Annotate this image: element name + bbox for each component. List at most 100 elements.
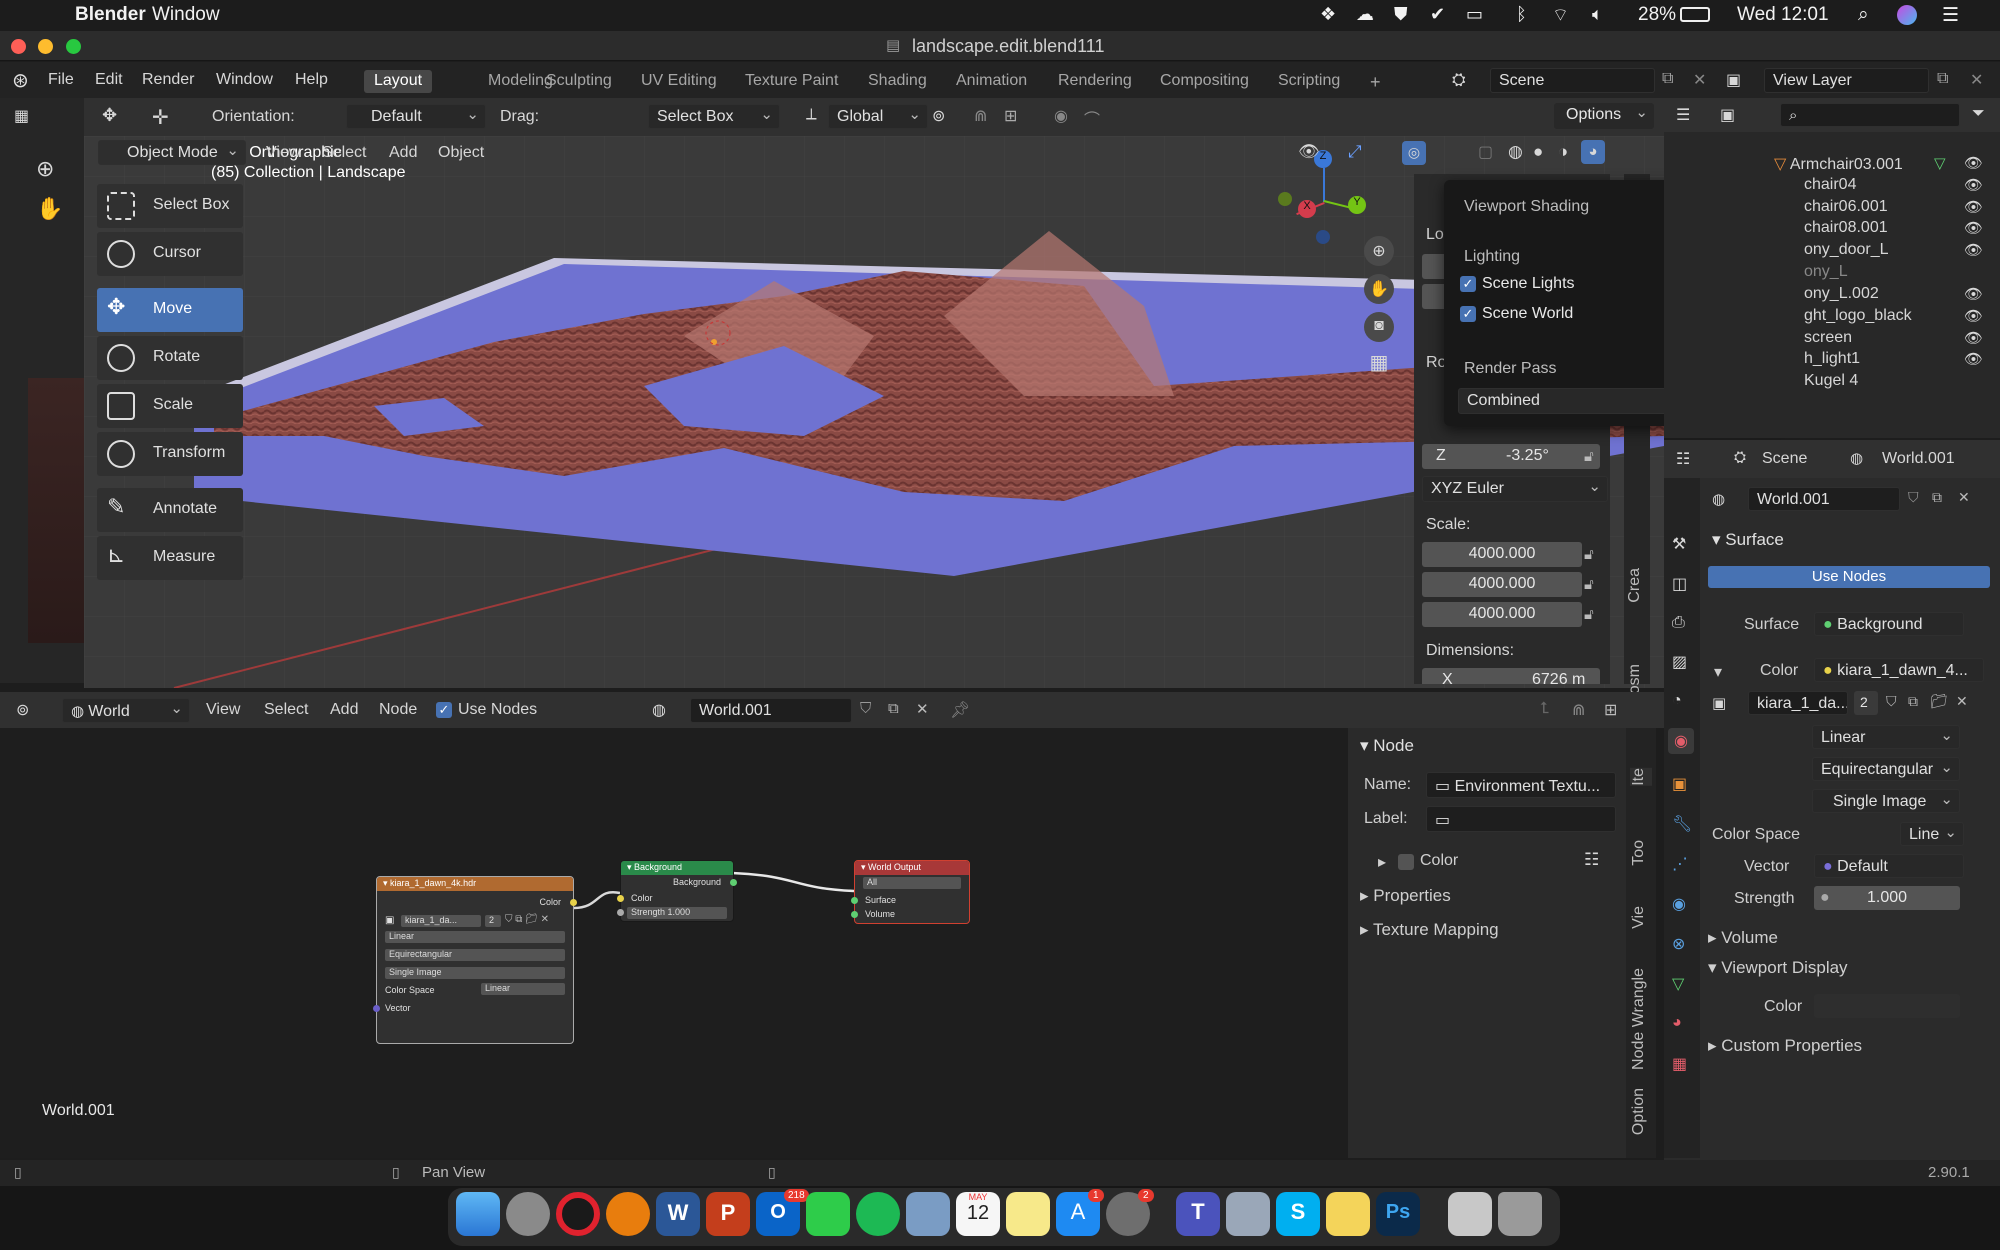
tool-annotate[interactable]: ✎ Annotate: [97, 488, 243, 532]
notes-icon[interactable]: [1006, 1192, 1050, 1236]
unlink-world-icon[interactable]: ✕: [916, 700, 929, 718]
node-use-nodes-checkbox[interactable]: ✓ Use Nodes: [436, 700, 566, 722]
data-tab-icon[interactable]: ▽: [1672, 974, 1684, 994]
view-layer-tab-icon[interactable]: ▨: [1672, 652, 1687, 672]
facetime-icon[interactable]: [806, 1192, 850, 1236]
downloads-stack-icon[interactable]: [1448, 1192, 1492, 1236]
screenshot-icon[interactable]: [1226, 1192, 1270, 1236]
world-browse-icon[interactable]: ◍: [1712, 490, 1725, 508]
tool-scale[interactable]: Scale: [97, 384, 243, 428]
zoom-window-button[interactable]: [66, 39, 81, 54]
options-dropdown[interactable]: Options: [1554, 103, 1654, 129]
visibility-eye-icon[interactable]: 👁︎: [1964, 329, 1983, 347]
lock-scale-x-icon[interactable]: 🔓︎: [1584, 546, 1594, 563]
viewport-menu-object[interactable]: Object: [438, 144, 484, 162]
node-world-name-field[interactable]: World.001: [690, 698, 852, 723]
node-menu-select[interactable]: Select: [264, 701, 308, 719]
view-layer-field[interactable]: View Layer: [1764, 68, 1929, 93]
node-color-expand-icon[interactable]: ▸: [1378, 852, 1386, 872]
gizmo-y-axis[interactable]: Y: [1348, 196, 1366, 214]
volume-icon[interactable]: 🔈︎: [1592, 4, 1603, 25]
env-vector-socket[interactable]: [373, 1005, 380, 1012]
visibility-eye-icon[interactable]: 👁︎: [1964, 241, 1983, 259]
visibility-eye-icon[interactable]: 👁︎: [1964, 285, 1983, 303]
tab-rendering[interactable]: Rendering: [1048, 70, 1142, 93]
airplay-icon[interactable]: ▭: [1466, 4, 1483, 25]
custom-properties-panel-header[interactable]: ▸ Custom Properties: [1708, 1036, 1862, 1056]
list-icon[interactable]: ☷: [1584, 850, 1599, 870]
image-users-count[interactable]: 2: [1854, 691, 1878, 715]
move-tool-icon[interactable]: ✛: [152, 105, 169, 130]
outliner-item[interactable]: ony_door_L: [1804, 241, 1889, 259]
image-browse-icon[interactable]: ▣: [385, 915, 394, 926]
node-tab-options[interactable]: Option: [1630, 1088, 1652, 1135]
new-view-layer-icon[interactable]: ⧉: [1937, 70, 1948, 88]
tool-select-box[interactable]: Select Box: [97, 184, 243, 228]
outliner-item[interactable]: Kugel 4: [1804, 372, 1858, 390]
node-menu-node[interactable]: Node: [379, 701, 417, 719]
env-image-field[interactable]: kiara_1_da...: [401, 915, 481, 927]
overlay-toggle-icon[interactable]: ◎: [1402, 141, 1426, 165]
editor-type-icon[interactable]: ▦: [14, 106, 29, 126]
new-world-icon[interactable]: ⧉: [888, 700, 899, 717]
outliner-item[interactable]: ▽ Armchair03.001: [1774, 154, 1903, 174]
node-menu-add[interactable]: Add: [330, 701, 358, 719]
visibility-eye-icon[interactable]: 👁︎: [1964, 350, 1983, 368]
lock-rotation-z-icon[interactable]: 🔓︎: [1584, 448, 1594, 465]
bg-strength-field[interactable]: Strength 1.000: [627, 907, 727, 919]
wifi-icon[interactable]: ⌔: [1552, 4, 1569, 27]
scale-z-field[interactable]: 4000.000: [1422, 602, 1582, 627]
projection-dropdown[interactable]: Equirectangular: [1812, 757, 1960, 781]
color-space-dropdown[interactable]: Line: [1900, 822, 1964, 846]
fake-user-icon[interactable]: ⛉: [1908, 489, 1919, 506]
add-workspace-button[interactable]: +: [1360, 70, 1391, 93]
tab-scripting[interactable]: Scripting: [1268, 70, 1350, 93]
tab-shading[interactable]: Shading: [858, 70, 937, 93]
dimension-x-field[interactable]: X 6726 m: [1422, 668, 1600, 684]
battery-icon[interactable]: [1680, 7, 1710, 22]
scale-y-field[interactable]: 4000.000: [1422, 572, 1582, 597]
bg-output-socket[interactable]: [730, 879, 737, 886]
bluetooth-icon[interactable]: ᛒ: [1516, 4, 1527, 25]
texture-mapping-panel-header[interactable]: ▸ Texture Mapping: [1360, 920, 1499, 940]
environment-texture-node[interactable]: ▾ kiara_1_dawn_4k.hdr Color ▣ kiara_1_da…: [373, 876, 577, 1044]
skype-icon[interactable]: S: [1276, 1192, 1320, 1236]
tab-animation[interactable]: Animation: [946, 70, 1037, 93]
visibility-eye-icon[interactable]: 👁︎: [1964, 154, 1983, 172]
tab-sculpting[interactable]: Sculpting: [536, 70, 622, 93]
outliner-item[interactable]: ony_L.002: [1804, 285, 1879, 303]
node-properties-panel-header[interactable]: ▸ Properties: [1360, 886, 1451, 906]
scale-x-field[interactable]: 4000.000: [1422, 542, 1582, 567]
dropbox-icon[interactable]: ❖: [1320, 4, 1336, 25]
image-browse-icon[interactable]: ▣: [1712, 694, 1726, 712]
preview-icon[interactable]: [906, 1192, 950, 1236]
pin-icon[interactable]: 📌︎: [950, 700, 970, 720]
open-image-icon[interactable]: 📁︎: [1930, 693, 1948, 710]
view-layer-icon[interactable]: ▣: [1726, 70, 1741, 90]
image-actions-icons[interactable]: ⛉ ⧉ 📁︎ ✕: [505, 914, 549, 925]
outliner-item[interactable]: h_light1: [1804, 350, 1860, 368]
spotify-icon[interactable]: [856, 1192, 900, 1236]
gizmo-toggle-icon[interactable]: ⤢: [1348, 142, 1362, 162]
new-image-icon[interactable]: ⧉: [1908, 693, 1918, 710]
falloff-icon[interactable]: ⌒: [1084, 106, 1100, 130]
pan-view-icon[interactable]: ✋: [1364, 274, 1394, 304]
powerpoint-icon[interactable]: P: [706, 1192, 750, 1236]
env-users[interactable]: 2: [485, 915, 501, 927]
blender-dock-icon[interactable]: [606, 1192, 650, 1236]
tab-layout[interactable]: Layout: [364, 70, 433, 93]
node-tab-item[interactable]: Ite: [1630, 768, 1652, 786]
orientation-dropdown[interactable]: Default: [346, 104, 486, 129]
solid-shading-icon[interactable]: ●: [1533, 142, 1543, 162]
node-editor-type-icon[interactable]: ⊚: [16, 700, 29, 720]
bg-color-socket[interactable]: [617, 895, 624, 902]
tool-move[interactable]: ✥ Move: [97, 288, 243, 332]
tool-measure[interactable]: ⊾ Measure: [97, 536, 243, 580]
snap-target-icon[interactable]: ⊞: [1604, 700, 1617, 720]
env-source-dropdown[interactable]: Single Image: [385, 967, 565, 979]
mesh-data-icon[interactable]: ▽: [1934, 154, 1946, 172]
visibility-icon[interactable]: 👁︎: [1298, 142, 1320, 162]
minimize-window-button[interactable]: [38, 39, 53, 54]
color-socket-field[interactable]: ● kiara_1_dawn_4...: [1814, 658, 1984, 682]
vector-socket-field[interactable]: ● Default: [1814, 854, 1964, 878]
